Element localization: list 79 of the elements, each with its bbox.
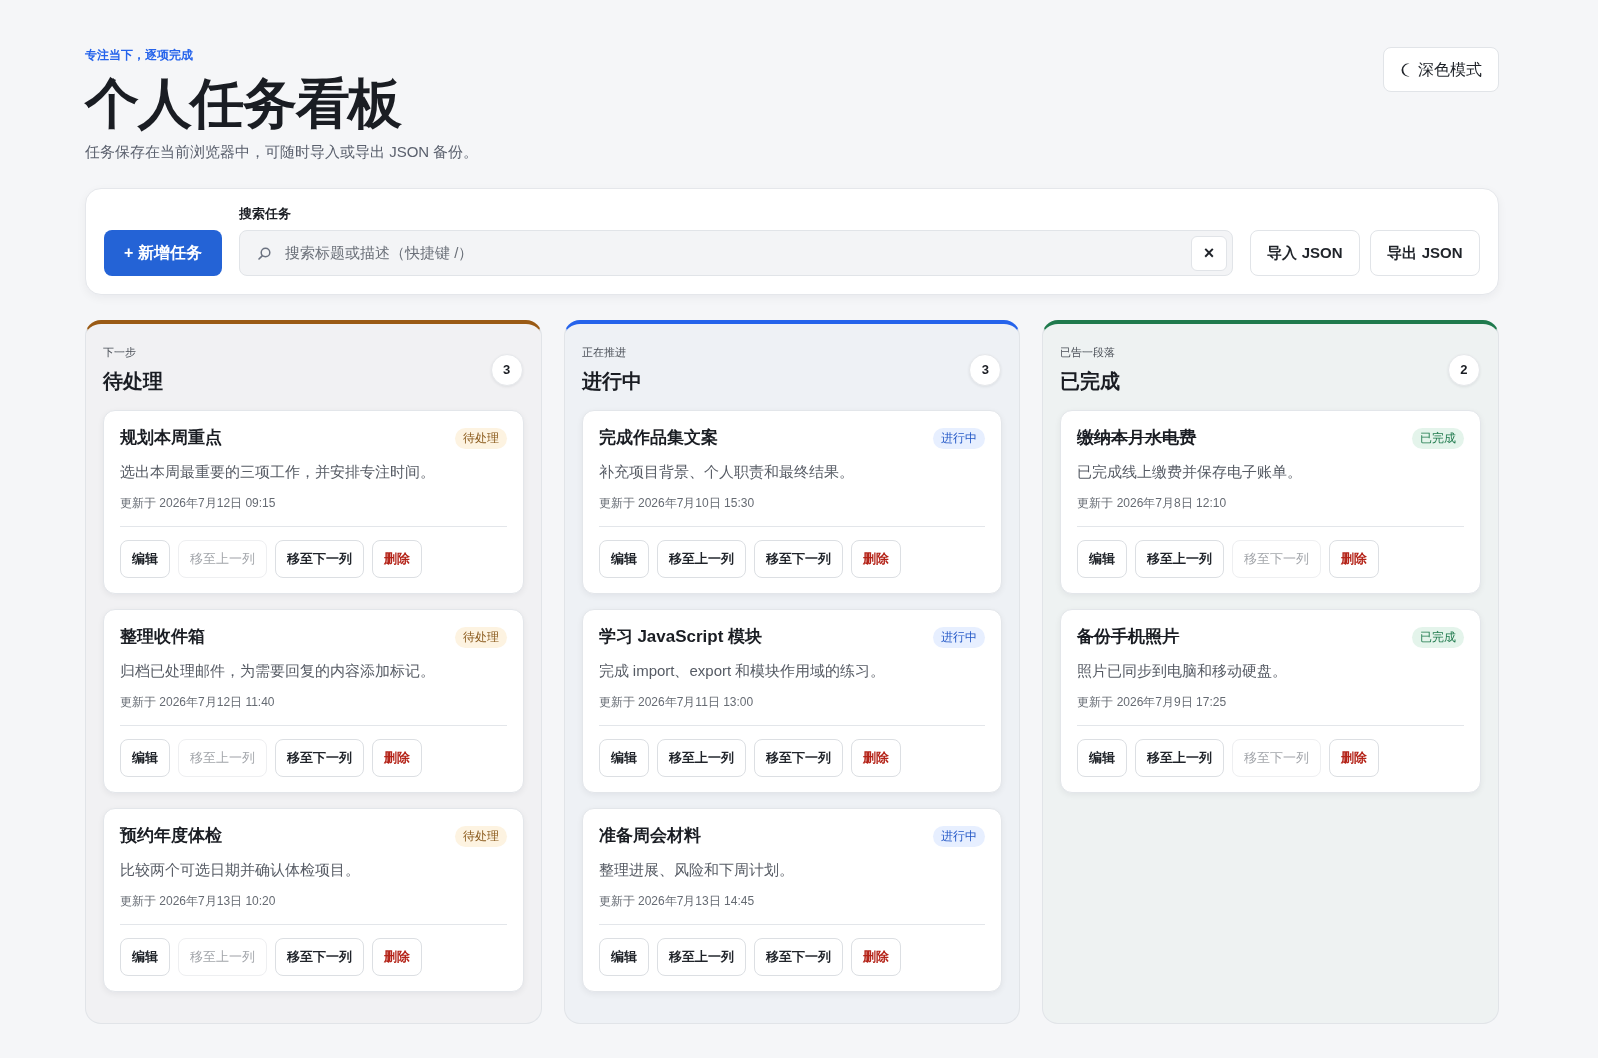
task-title: 缴纳本月水电费 xyxy=(1077,427,1197,449)
search-label: 搜索任务 xyxy=(239,206,292,222)
column-eyebrow: 正在推进 xyxy=(581,345,627,360)
edit-button[interactable]: 编辑 xyxy=(120,938,170,976)
status-tag: 已完成 xyxy=(1412,427,1464,449)
status-tag: 进行中 xyxy=(933,626,986,648)
task-description: 整理进展、风险和下周计划。 xyxy=(598,860,795,880)
move-forward-button[interactable]: 移至下一列 xyxy=(753,938,843,976)
task-title: 规划本周重点 xyxy=(120,427,222,449)
task-count: 2 xyxy=(1448,353,1480,386)
move-back-button[interactable]: 移至上一列 xyxy=(656,540,746,578)
eyebrow-text: 专注当下，逐项完成 xyxy=(85,47,194,63)
delete-button[interactable]: 删除 xyxy=(1329,540,1380,578)
delete-button[interactable]: 删除 xyxy=(372,938,422,976)
page-title: 个人任务看板 xyxy=(85,75,403,131)
column-title: 进行中 xyxy=(581,369,642,394)
edit-button[interactable]: 编辑 xyxy=(1077,739,1128,777)
delete-button[interactable]: 删除 xyxy=(850,938,901,976)
task-description: 已完成线上缴费并保存电子账单。 xyxy=(1077,462,1304,482)
move-back-button[interactable]: 移至上一列 xyxy=(1135,739,1225,777)
column-eyebrow: 已告一段落 xyxy=(1060,345,1117,360)
column-title: 待处理 xyxy=(103,369,163,394)
edit-button[interactable]: 编辑 xyxy=(598,739,649,777)
task-description: 选出本周最重要的三项工作，并安排专注时间。 xyxy=(120,462,436,482)
edit-button[interactable]: 编辑 xyxy=(598,938,649,976)
updated-time: 更新于 2026年7月13日 10:20 xyxy=(120,893,277,910)
task-title: 预约年度体检 xyxy=(120,825,222,847)
task-title: 备份手机照片 xyxy=(1077,626,1180,648)
task-description: 补充项目背景、个人职责和最终结果。 xyxy=(598,462,855,482)
updated-time: 更新于 2026年7月13日 14:45 xyxy=(598,893,756,910)
task-count: 3 xyxy=(490,353,523,386)
column-title: 已完成 xyxy=(1060,369,1121,394)
move-forward-button[interactable]: 移至下一列 xyxy=(753,540,843,578)
delete-button[interactable]: 删除 xyxy=(850,739,901,777)
task-title: 准备周会材料 xyxy=(598,825,701,847)
column-eyebrow: 下一步 xyxy=(103,345,137,360)
updated-time: 更新于 2026年7月10日 15:30 xyxy=(598,495,756,512)
task-description: 比较两个可选日期并确认体检项目。 xyxy=(120,860,361,880)
task-description: 完成 import、export 和模块作用域的练习。 xyxy=(598,661,887,681)
updated-time: 更新于 2026年7月12日 11:40 xyxy=(120,694,276,711)
edit-button[interactable]: 编辑 xyxy=(598,540,649,578)
dark-mode-button[interactable]: 深色模式 xyxy=(1383,47,1499,92)
status-tag: 进行中 xyxy=(933,825,986,847)
task-title: 学习 JavaScript 模块 xyxy=(598,626,763,648)
search-icon xyxy=(258,246,271,260)
delete-button[interactable]: 删除 xyxy=(1329,739,1380,777)
status-tag: 待处理 xyxy=(454,825,507,847)
move-forward-button[interactable]: 移至下一列 xyxy=(275,739,364,777)
add-task-button[interactable]: + 新增任务 xyxy=(104,230,222,276)
task-description: 归档已处理邮件，为需要回复的内容添加标记。 xyxy=(120,661,436,681)
task-count: 3 xyxy=(969,353,1002,386)
status-tag: 待处理 xyxy=(454,626,507,648)
move-back-button[interactable]: 移至上一列 xyxy=(656,739,746,777)
task-description: 照片已同步到电脑和移动硬盘。 xyxy=(1077,661,1289,681)
clear-search-button[interactable]: × xyxy=(1191,235,1227,271)
page-subtitle: 任务保存在当前浏览器中，可随时导入或导出 JSON 备份。 xyxy=(85,142,479,162)
status-tag: 待处理 xyxy=(454,427,507,449)
updated-time: 更新于 2026年7月11日 13:00 xyxy=(598,694,755,711)
import-json-button[interactable]: 导入 JSON xyxy=(1250,230,1360,276)
export-json-button[interactable]: 导出 JSON xyxy=(1370,230,1480,276)
updated-time: 更新于 2026年7月12日 09:15 xyxy=(120,495,277,512)
delete-button[interactable]: 删除 xyxy=(850,540,901,578)
task-title: 整理收件箱 xyxy=(120,626,205,648)
edit-button[interactable]: 编辑 xyxy=(120,540,170,578)
updated-time: 更新于 2026年7月9日 17:25 xyxy=(1077,694,1228,711)
status-tag: 已完成 xyxy=(1412,626,1464,648)
move-back-button[interactable]: 移至上一列 xyxy=(656,938,746,976)
search-field[interactable]: 搜索标题或描述（快捷键 /） × xyxy=(239,230,1233,276)
edit-button[interactable]: 编辑 xyxy=(120,739,170,777)
move-forward-button[interactable]: 移至下一列 xyxy=(275,540,364,578)
move-forward-button[interactable]: 移至下一列 xyxy=(275,938,364,976)
task-title: 完成作品集文案 xyxy=(598,427,718,449)
status-tag: 进行中 xyxy=(933,427,986,449)
delete-button[interactable]: 删除 xyxy=(372,739,422,777)
move-back-button[interactable]: 移至上一列 xyxy=(1135,540,1225,578)
delete-button[interactable]: 删除 xyxy=(372,540,422,578)
move-forward-button[interactable]: 移至下一列 xyxy=(753,739,843,777)
edit-button[interactable]: 编辑 xyxy=(1077,540,1128,578)
updated-time: 更新于 2026年7月8日 12:10 xyxy=(1077,495,1228,512)
